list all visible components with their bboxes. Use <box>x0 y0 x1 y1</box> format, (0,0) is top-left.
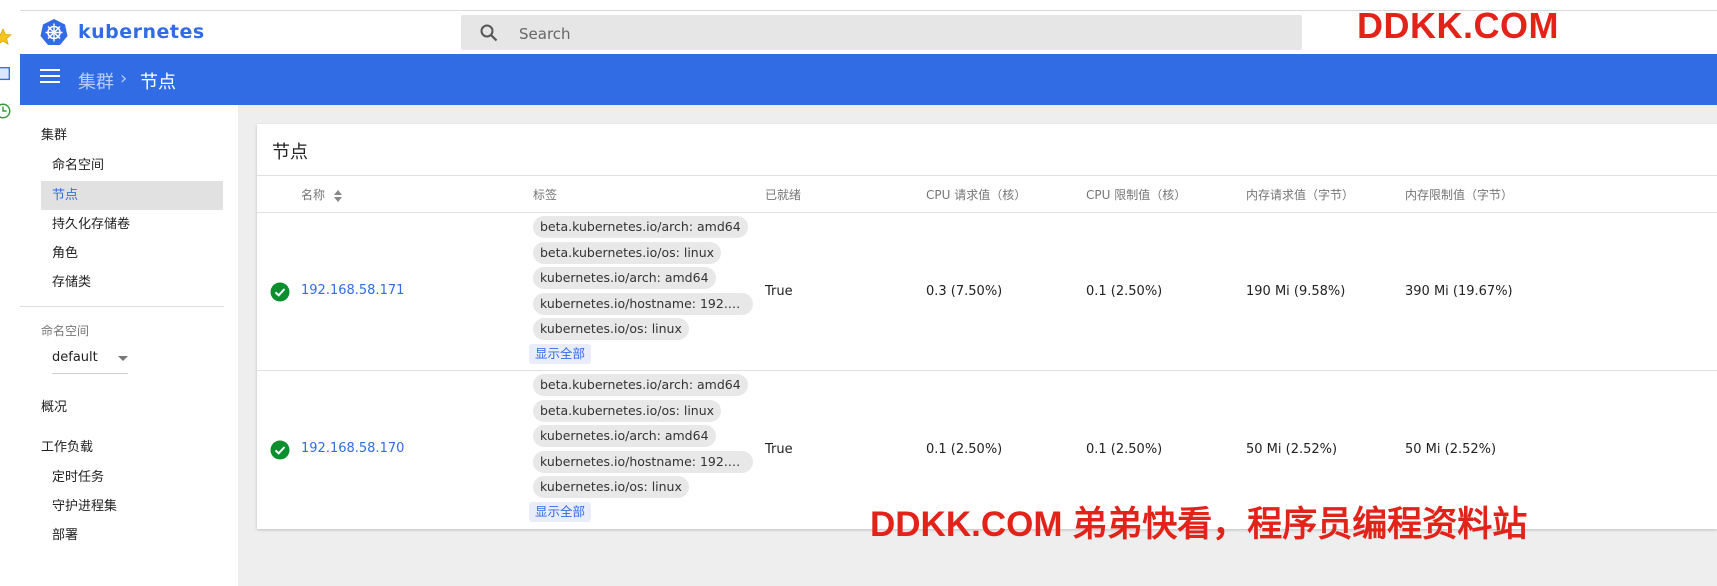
label-chip: kubernetes.io/os: linux <box>533 318 689 340</box>
dropdown-caret-icon <box>118 356 128 361</box>
window-icon[interactable] <box>0 65 12 83</box>
sidebar-item-overview[interactable]: 概况 <box>41 396 67 415</box>
column-header-memory-limits: 内存限制值（字节） <box>1405 188 1514 202</box>
column-header-ready: 已就绪 <box>765 188 802 202</box>
column-header-cpu-requests: CPU 请求值（核） <box>926 188 1027 202</box>
kubernetes-helm-icon <box>40 19 68 45</box>
search-box[interactable] <box>461 15 1302 52</box>
star-icon[interactable] <box>0 28 12 46</box>
memory-limits-value: 50 Mi (2.52%) <box>1405 442 1497 457</box>
ready-value: True <box>765 442 793 457</box>
kubernetes-logo[interactable]: kubernetes <box>40 18 205 46</box>
node-name-link[interactable]: 192.168.58.170 <box>301 441 404 456</box>
label-chip: kubernetes.io/arch: amd64 <box>533 425 716 447</box>
node-name-link[interactable]: 192.168.58.171 <box>301 283 404 298</box>
browser-side-strip <box>0 10 21 586</box>
search-input[interactable] <box>517 15 1281 52</box>
sidebar-item-persistent-volumes[interactable]: 持久化存储卷 <box>41 210 223 239</box>
column-header-labels: 标签 <box>533 188 558 202</box>
sidebar: 集群 命名空间 节点 持久化存储卷 角色 存储类 命名空间 default 概况… <box>20 105 238 586</box>
sidebar-item-cronjobs[interactable]: 定时任务 <box>41 463 223 492</box>
table-row: 192.168.58.171 beta.kubernetes.io/arch: … <box>257 213 1717 370</box>
sidebar-divider <box>20 306 224 307</box>
sidebar-item-daemonsets[interactable]: 守护进程集 <box>41 492 223 521</box>
memory-requests-value: 190 Mi (9.58%) <box>1246 284 1346 299</box>
breadcrumb-chevron-icon: › <box>120 68 128 89</box>
label-chip: beta.kubernetes.io/arch: amd64 <box>533 216 748 238</box>
check-circle-icon <box>270 440 290 460</box>
breadcrumb-current: 节点 <box>140 72 176 93</box>
column-header-cpu-limits: CPU 限制值（核） <box>1086 188 1187 202</box>
label-chip: kubernetes.io/os: linux <box>533 476 689 498</box>
namespace-select[interactable]: default <box>52 345 128 374</box>
sidebar-item-roles[interactable]: 角色 <box>41 239 223 268</box>
label-chip: kubernetes.io/arch: amd64 <box>533 267 716 289</box>
menu-icon[interactable] <box>40 69 60 89</box>
memory-requests-value: 50 Mi (2.52%) <box>1246 442 1338 457</box>
sidebar-section-workloads[interactable]: 工作负载 <box>41 436 93 455</box>
watermark-top: DDKK.COM <box>1357 5 1559 46</box>
label-chip: beta.kubernetes.io/os: linux <box>533 242 722 264</box>
sidebar-item-deployments[interactable]: 部署 <box>41 521 223 550</box>
watermark-bottom: DDKK.COM 弟弟快看，程序员编程资料站 <box>870 505 1528 544</box>
column-header-name[interactable]: 名称 <box>301 186 343 203</box>
label-chip: kubernetes.io/hostname: 192.168.58.170 <box>533 451 753 473</box>
card-title: 节点 <box>272 142 308 163</box>
check-circle-icon <box>270 282 290 302</box>
sidebar-item-nodes[interactable]: 节点 <box>41 181 223 210</box>
ready-value: True <box>765 284 793 299</box>
search-icon <box>480 24 498 42</box>
show-all-labels-button[interactable]: 显示全部 <box>529 502 592 522</box>
history-icon[interactable] <box>0 102 12 120</box>
sidebar-item-namespaces[interactable]: 命名空间 <box>41 151 223 180</box>
logo-text: kubernetes <box>78 21 205 43</box>
show-all-labels-button[interactable]: 显示全部 <box>529 344 592 364</box>
cpu-limits-value: 0.1 (2.50%) <box>1086 284 1163 299</box>
namespace-value: default <box>52 350 98 365</box>
label-chip: kubernetes.io/hostname: 192.168.58.171 <box>533 293 753 315</box>
namespace-label: 命名空间 <box>41 324 90 338</box>
cpu-limits-value: 0.1 (2.50%) <box>1086 442 1163 457</box>
cpu-requests-value: 0.3 (7.50%) <box>926 284 1003 299</box>
header-divider <box>257 175 1717 176</box>
sidebar-section-cluster[interactable]: 集群 <box>41 124 67 143</box>
label-chip: beta.kubernetes.io/os: linux <box>533 400 722 422</box>
cpu-requests-value: 0.1 (2.50%) <box>926 442 1003 457</box>
sort-icon[interactable] <box>333 189 343 203</box>
sidebar-item-storage-classes[interactable]: 存储类 <box>41 268 223 297</box>
column-header-memory-requests: 内存请求值（字节） <box>1246 188 1355 202</box>
label-chip: beta.kubernetes.io/arch: amd64 <box>533 374 748 396</box>
nodes-card: 节点 名称 标签 已就绪 CPU 请求值（核） CPU 限制值（核） 内存请求值… <box>257 124 1717 529</box>
memory-limits-value: 390 Mi (19.67%) <box>1405 284 1513 299</box>
breadcrumb-cluster-link[interactable]: 集群 <box>78 68 114 94</box>
breadcrumb-bar: 集群 › 节点 <box>20 54 1717 105</box>
